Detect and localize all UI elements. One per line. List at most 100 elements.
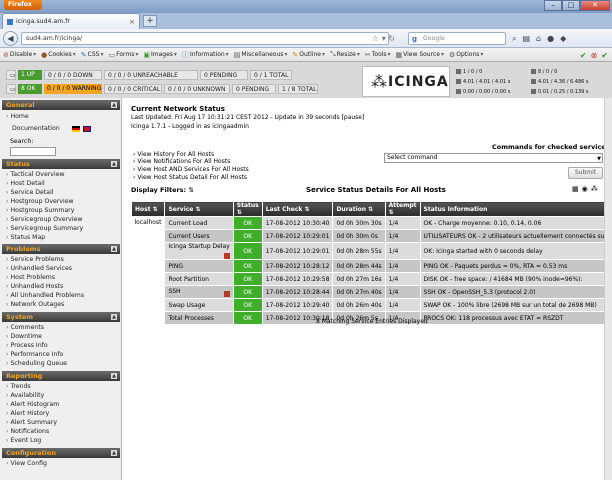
services-total-badge[interactable]: 1 / 8 TOTAL [278, 84, 318, 94]
services-ok-badge[interactable]: 8 OK [18, 84, 42, 94]
sidebar-section-status[interactable]: Status ▲ [2, 159, 120, 169]
col-service[interactable]: Service ⇅ [164, 201, 234, 217]
url-bar[interactable]: sud4.am.fr/icinga/ [21, 32, 389, 45]
sidebar-search-input[interactable] [10, 147, 56, 156]
collapse-icon[interactable]: ▲ [111, 102, 117, 108]
col-host[interactable]: Host ⇅ [130, 201, 166, 217]
host-name[interactable]: localhost [131, 216, 166, 325]
search-input[interactable]: g Google [408, 32, 506, 45]
bookmarks-icon[interactable]: ▤ [522, 32, 530, 45]
hosts-unreachable-badge[interactable]: 0 / 0 / 0 UNREACHABLE [104, 70, 198, 80]
check-icon[interactable]: ✔ [580, 51, 587, 60]
wd-outline-button[interactable]: ✎ Outline ▾ [292, 51, 325, 59]
wd-miscellaneous-button[interactable]: ▤ Miscellaneous ▾ [234, 51, 288, 59]
wd-options-button[interactable]: ⚙ Options ▾ [449, 51, 483, 59]
link-notifications-all-hosts[interactable]: › View Notifications For All Hosts [133, 158, 230, 165]
service-name[interactable]: Root Partition [164, 272, 234, 286]
refresh-icon[interactable]: ◉ [582, 185, 588, 193]
sidebar-item-all-unhandled-problems[interactable]: All Unhandled Problems [6, 292, 84, 300]
tab-close-icon[interactable]: × [129, 18, 135, 26]
back-button[interactable]: ◀ [3, 31, 18, 46]
sidebar-item-alert-summary[interactable]: Alert Summary [6, 419, 57, 427]
wd-tools-button[interactable]: ✂ Tools ▾ [365, 51, 391, 59]
col-status[interactable]: Status ⇅ [232, 201, 263, 217]
service-name[interactable]: Swap Usage [164, 298, 234, 312]
link-host-and-services[interactable]: › View Host AND Services For All Hosts [133, 166, 249, 173]
sidebar-item-performance-info[interactable]: Performance Info [6, 351, 63, 359]
hosts-up-badge[interactable]: 1 UP [18, 70, 42, 80]
service-name[interactable]: PING [164, 259, 234, 273]
sidebar-item-servicegroup-summary[interactable]: Servicegroup Summary [6, 225, 83, 233]
collapse-icon[interactable]: ▲ [111, 373, 117, 379]
sidebar-item-service-detail[interactable]: Service Detail [6, 189, 53, 197]
link-host-status-detail[interactable]: › View Host Status Detail For All Hosts [133, 174, 247, 181]
sidebar-item-event-log[interactable]: Event Log [6, 437, 41, 445]
error-icon[interactable]: ⊗ [591, 51, 598, 60]
flag-uk-icon[interactable] [83, 126, 91, 132]
sidebar-item-trends[interactable]: Trends [6, 383, 30, 391]
service-name[interactable]: Total Processes [164, 311, 234, 325]
maximize-icon[interactable]: □ [562, 0, 580, 11]
service-name[interactable]: SSH [168, 288, 180, 295]
json-export-icon[interactable]: ⁂ [591, 185, 598, 193]
sidebar-item-process-info[interactable]: Process Info [6, 342, 47, 350]
sidebar-item-servicegroup-overview[interactable]: Servicegroup Overview [6, 216, 82, 224]
collapse-icon[interactable]: ▲ [111, 161, 117, 167]
sidebar-item-home[interactable]: Home [6, 113, 28, 121]
wd-forms-button[interactable]: ▭ Forms ▾ [108, 51, 138, 59]
vertical-scrollbar[interactable] [604, 98, 612, 480]
sidebar-item-scheduling-queue[interactable]: Scheduling Queue [6, 360, 67, 368]
services-unknown-badge[interactable]: 0 / 0 / 0 UNKNOWN [164, 84, 230, 94]
wd-images-button[interactable]: ▣ Images ▾ [143, 51, 177, 59]
sidebar-section-reporting[interactable]: Reporting ▲ [2, 371, 120, 381]
csv-export-icon[interactable]: ▦ [572, 185, 579, 193]
wd-resize-button[interactable]: ⤡ Resize ▾ [330, 50, 360, 59]
sidebar-item-unhandled-hosts[interactable]: Unhandled Hosts [6, 283, 63, 291]
minimize-icon[interactable]: – [544, 0, 562, 11]
services-warning-badge[interactable]: 0 / 0 / 0 WARNING [44, 84, 102, 94]
collapse-icon[interactable]: ▲ [111, 314, 117, 320]
sidebar-item-unhandled-services[interactable]: Unhandled Services [6, 265, 72, 273]
sidebar-section-general[interactable]: General ▲ [2, 100, 120, 110]
col-attempt[interactable]: Attempt ⇅ [384, 201, 421, 217]
wd-css-button[interactable]: ✎ CSS ▾ [81, 51, 104, 59]
sidebar-item-status-map[interactable]: Status Map [6, 234, 45, 242]
service-name[interactable]: Icinga Startup Delay [168, 243, 229, 250]
sidebar-item-downtime[interactable]: Downtime [6, 333, 42, 341]
wd-cookies-button[interactable]: ● Cookies ▾ [41, 51, 76, 59]
home-icon[interactable]: ⌂ [536, 32, 541, 45]
hosts-pending-badge[interactable]: 0 PENDING [200, 70, 248, 80]
sidebar-section-system[interactable]: System ▲ [2, 312, 120, 322]
wd-information-button[interactable]: ⓘ Information ▾ [182, 50, 229, 60]
services-critical-badge[interactable]: 0 / 0 / 0 CRITICAL [104, 84, 162, 94]
service-name[interactable]: Current Users [164, 229, 234, 243]
sidebar-item-service-problems[interactable]: Service Problems [6, 256, 63, 264]
sidebar-item-alert-history[interactable]: Alert History [6, 410, 49, 418]
col-last-check[interactable]: Last Check ⇅ [261, 201, 334, 217]
magnifier-icon[interactable]: ⌕ [512, 32, 516, 45]
sidebar-item-network-outages[interactable]: Network Outages [6, 301, 64, 309]
bookmark-star-icon[interactable]: ☆ ▾ ↻ [372, 32, 395, 45]
hosts-total-badge[interactable]: 0 / 1 TOTAL [250, 70, 292, 80]
filter-icon[interactable]: ⇅ [188, 186, 193, 194]
flag-de-icon[interactable] [72, 126, 80, 132]
collapse-icon[interactable]: ▲ [111, 450, 117, 456]
adblock-icon[interactable]: ● [547, 32, 554, 45]
firefox-menu-button[interactable]: Firefox [4, 0, 42, 10]
sidebar-item-alert-histogram[interactable]: Alert Histogram [6, 401, 59, 409]
sidebar-item-comments[interactable]: Comments [6, 324, 44, 332]
wd-disable-button[interactable]: ⊘ Disable ▾ [3, 51, 36, 59]
wd-view-source-button[interactable]: ▦ View Source ▾ [396, 51, 444, 59]
link-history-all-hosts[interactable]: › View History For All Hosts [133, 151, 214, 158]
close-icon[interactable]: ✕ [580, 0, 610, 11]
sidebar-item-host-problems[interactable]: Host Problems [6, 274, 55, 282]
valid-icon[interactable]: ✔ [601, 51, 608, 60]
command-select[interactable]: Select command ▼ [384, 153, 603, 163]
sidebar-section-configuration[interactable]: Configuration ▲ [2, 448, 120, 458]
service-name[interactable]: Current Load [164, 216, 234, 230]
sidebar-section-problems[interactable]: Problems ▲ [2, 244, 120, 254]
service-comment-icon[interactable] [223, 253, 230, 259]
sidebar-item-documentation[interactable]: Documentation [12, 125, 60, 133]
service-comment-icon[interactable] [223, 290, 230, 297]
sidebar-item-tactical-overview[interactable]: Tactical Overview [6, 171, 64, 179]
